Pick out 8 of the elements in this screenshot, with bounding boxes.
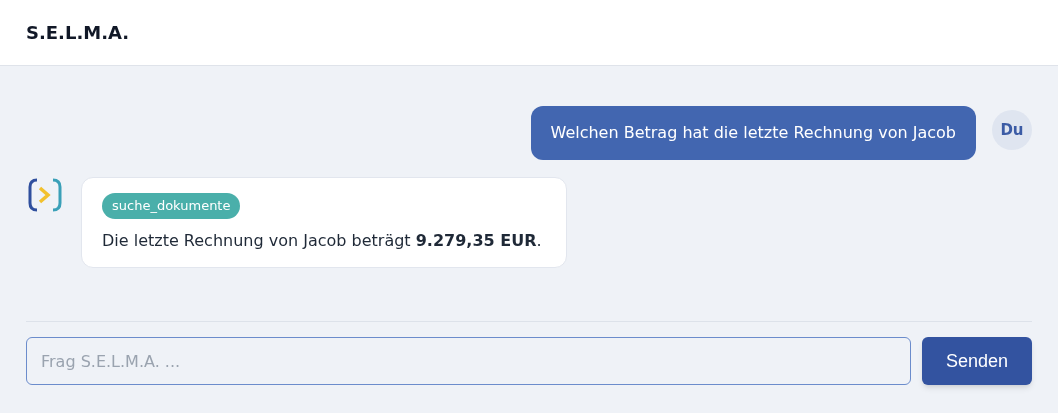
assistant-message-text: Die letzte Rechnung von Jacob beträgt 9.279,35 EUR. — [102, 229, 542, 252]
user-avatar: Du — [992, 110, 1032, 150]
app-title: S.E.L.M.A. — [26, 21, 130, 45]
bot-logo-icon — [28, 178, 62, 212]
message-input[interactable]: Frag S.E.L.M.A. ... — [26, 337, 911, 385]
tool-tag: suche_dokumente — [102, 193, 241, 219]
send-button[interactable]: Senden — [922, 337, 1032, 385]
user-message: Welchen Betrag hat die letzte Rechnung von Jacob — [530, 106, 976, 160]
